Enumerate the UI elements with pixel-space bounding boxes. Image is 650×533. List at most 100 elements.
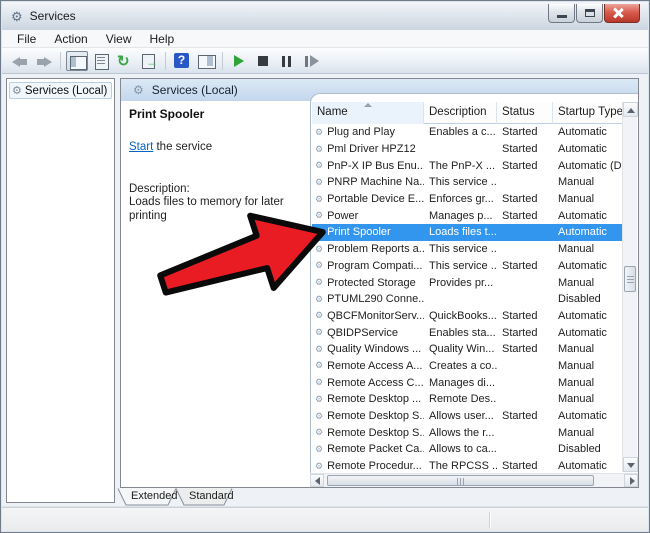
service-gear-icon: ⚙: [315, 210, 323, 221]
restart-service-icon[interactable]: [300, 51, 322, 71]
column-header-description[interactable]: Description: [424, 102, 497, 124]
service-gear-icon: ⚙: [315, 327, 323, 338]
description-text: Loads files to memory for later printing: [129, 195, 289, 224]
show-action-pane-icon[interactable]: [195, 51, 217, 71]
export-list-icon[interactable]: [138, 51, 160, 71]
vertical-scrollbar[interactable]: [622, 102, 637, 472]
table-row[interactable]: ⚙Remote Desktop ... Remote Des... Manual: [312, 391, 626, 408]
properties-icon[interactable]: [90, 51, 112, 71]
service-description-cell: Allows the r...: [424, 427, 497, 439]
start-service-icon[interactable]: [228, 51, 250, 71]
service-name-cell: ⚙Print Spooler: [312, 226, 424, 238]
column-header-startup-type[interactable]: Startup Type: [553, 102, 626, 124]
pause-service-icon[interactable]: [276, 51, 298, 71]
service-description-cell: The RPCSS ...: [424, 460, 497, 472]
service-gear-icon: ⚙: [315, 177, 323, 188]
view-tabs: Extended Standard: [110, 488, 640, 508]
service-gear-icon: ⚙: [315, 194, 323, 205]
selected-service-name: Print Spooler: [129, 107, 302, 121]
service-description-cell: This service ...: [424, 176, 497, 188]
table-row[interactable]: ⚙PTUML290 Conne... Disabled: [312, 291, 626, 308]
menu-help[interactable]: Help: [141, 31, 184, 47]
column-header-status[interactable]: Status: [497, 102, 553, 124]
service-gear-icon: ⚙: [315, 377, 323, 388]
table-row[interactable]: ⚙Protected Storage Provides pr... Manual: [312, 274, 626, 291]
scroll-down-button[interactable]: [623, 457, 638, 472]
horizontal-scroll-thumb[interactable]: [327, 475, 594, 486]
vertical-scroll-thumb[interactable]: [624, 266, 636, 292]
service-name-cell: ⚙PTUML290 Conne...: [312, 293, 424, 305]
table-row[interactable]: ⚙Plug and Play Enables a c... Started Au…: [312, 124, 626, 141]
table-row[interactable]: ⚙Remote Desktop S... Allows user... Star…: [312, 408, 626, 425]
scroll-up-icon: [627, 108, 635, 113]
help-icon[interactable]: [171, 51, 193, 71]
status-bar: [2, 507, 648, 531]
table-row[interactable]: ⚙Remote Access C... Manages di... Manual: [312, 374, 626, 391]
horizontal-scrollbar[interactable]: [310, 473, 638, 487]
refresh-icon[interactable]: [114, 51, 136, 71]
scroll-left-icon: [315, 477, 320, 485]
table-row[interactable]: ⚙Power Manages p... Started Automatic: [312, 207, 626, 224]
services-window: ⚙ Services FileActionViewHelp ⚙ Services…: [0, 0, 650, 533]
service-name-cell: ⚙Remote Procedur...: [312, 460, 424, 472]
column-header-name[interactable]: Name: [312, 102, 424, 124]
service-name-cell: ⚙PnP-X IP Bus Enu...: [312, 160, 424, 172]
service-startup-cell: Automatic: [553, 210, 626, 222]
table-row[interactable]: ⚙QBIDPService Enables sta... Started Aut…: [312, 324, 626, 341]
service-description-cell: This service ...: [424, 260, 497, 272]
service-description-cell: Enables a c...: [424, 126, 497, 138]
service-status-cell: Started: [497, 460, 553, 472]
service-list: Name Description Status Startup Type ⚙Pl…: [310, 93, 638, 487]
tree-item-services-local[interactable]: ⚙ Services (Local): [9, 82, 112, 99]
start-service-link[interactable]: Start: [129, 141, 153, 153]
service-status-cell: Started: [497, 343, 553, 355]
service-status-cell: Started: [497, 260, 553, 272]
console-tree-pane: ⚙ Services (Local): [6, 78, 115, 503]
window-title: Services: [30, 9, 76, 23]
scroll-up-button[interactable]: [623, 102, 638, 117]
table-row[interactable]: ⚙PNRP Machine Na... This service ... Man…: [312, 174, 626, 191]
service-startup-cell: Manual: [553, 176, 626, 188]
menu-action[interactable]: Action: [45, 31, 96, 47]
tab-standard[interactable]: Standard: [189, 490, 234, 502]
minimize-button[interactable]: [548, 4, 575, 23]
service-rows: ⚙Plug and Play Enables a c... Started Au…: [312, 124, 626, 472]
toolbar: [2, 48, 648, 74]
close-button[interactable]: [604, 4, 640, 23]
service-description-cell: Creates a co...: [424, 360, 497, 372]
table-row[interactable]: ⚙Portable Device E... Enforces gr... Sta…: [312, 191, 626, 208]
maximize-icon: [585, 9, 595, 17]
tab-extended[interactable]: Extended: [131, 490, 177, 502]
maximize-button[interactable]: [576, 4, 603, 23]
services-pane: ⚙ Services (Local) Print Spooler Start t…: [120, 78, 639, 488]
table-row[interactable]: ⚙Remote Procedur... The RPCSS ... Starte…: [312, 458, 626, 472]
service-name-cell: ⚙Plug and Play: [312, 126, 424, 138]
table-row[interactable]: ⚙Program Compati... This service ... Sta…: [312, 258, 626, 275]
scroll-right-button[interactable]: [624, 474, 638, 487]
service-status-cell: Started: [497, 160, 553, 172]
forward-icon[interactable]: [33, 51, 55, 71]
table-row[interactable]: ⚙PnP-X IP Bus Enu... The PnP-X ... Start…: [312, 157, 626, 174]
table-row[interactable]: ⚙Quality Windows ... Quality Win... Star…: [312, 341, 626, 358]
table-row[interactable]: ⚙Print Spooler Loads files t... Automati…: [312, 224, 626, 241]
back-icon[interactable]: [9, 51, 31, 71]
service-startup-cell: Manual: [553, 377, 626, 389]
show-console-tree-icon[interactable]: [66, 51, 88, 71]
table-row[interactable]: ⚙Remote Access A... Creates a co... Manu…: [312, 358, 626, 375]
service-description-cell: Enforces gr...: [424, 193, 497, 205]
service-name-cell: ⚙QBCFMonitorServ...: [312, 310, 424, 322]
scroll-left-button[interactable]: [310, 474, 324, 487]
table-row[interactable]: ⚙Problem Reports a... This service ... M…: [312, 241, 626, 258]
service-description-cell: This service ...: [424, 243, 497, 255]
service-startup-cell: Manual: [553, 277, 626, 289]
title-bar[interactable]: ⚙ Services: [2, 2, 648, 30]
table-row[interactable]: ⚙QBCFMonitorServ... QuickBooks... Starte…: [312, 308, 626, 325]
menu-file[interactable]: File: [8, 31, 45, 47]
table-row[interactable]: ⚙Remote Packet Ca... Allows to ca... Dis…: [312, 441, 626, 458]
table-row[interactable]: ⚙Pml Driver HPZ12 Started Automatic: [312, 141, 626, 158]
stop-service-icon[interactable]: [252, 51, 274, 71]
table-row[interactable]: ⚙Remote Desktop S... Allows the r... Man…: [312, 424, 626, 441]
menu-view[interactable]: View: [97, 31, 141, 47]
service-name-cell: ⚙Portable Device E...: [312, 193, 424, 205]
service-status-cell: Started: [497, 210, 553, 222]
